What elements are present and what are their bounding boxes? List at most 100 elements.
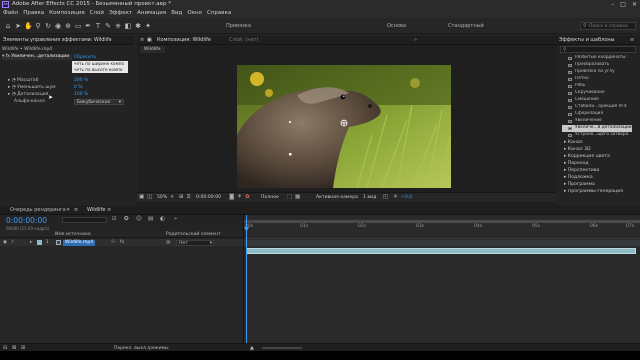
effect-item[interactable]: Сферизация (562, 111, 632, 118)
expand-arrow-icon[interactable]: ▸ (30, 240, 32, 245)
lock-icon[interactable]: ▣ (147, 36, 152, 45)
menu-effect[interactable]: Эффект (109, 9, 132, 18)
menu-help[interactable]: Справка (207, 9, 231, 18)
eraser-tool-icon[interactable]: ◧ (124, 22, 132, 30)
composition-flowchart-icon[interactable]: ⊡ (112, 216, 117, 222)
switch-fx-icon[interactable]: fx (120, 240, 124, 245)
effect-item[interactable]: Увеличение (562, 118, 632, 125)
safe-grid-icon[interactable]: ⊞ (179, 194, 184, 200)
work-area-bar[interactable] (244, 220, 640, 223)
menu-edit[interactable]: Правка (23, 9, 44, 18)
effect-item[interactable]: Смещение (562, 97, 632, 104)
resolution-dropdown[interactable]: Полное (261, 195, 279, 200)
timeline-zoom-slider[interactable] (262, 347, 302, 349)
effect-item[interactable]: Рябь (562, 83, 632, 90)
fit-icon[interactable]: ◫ (147, 194, 152, 200)
exposure-value[interactable]: +0,0 (401, 195, 412, 200)
alpha-dropdown[interactable]: Бикубическое ▾ (74, 99, 124, 105)
hand-tool-icon[interactable]: ✋ (24, 22, 33, 30)
workspace-snapping[interactable]: Привязка (226, 23, 251, 29)
panel-menu-icon[interactable]: ≡ (140, 36, 144, 45)
panel-menu-icon[interactable]: ≡ (107, 206, 111, 215)
panel-menu-icon[interactable]: ≡ (630, 36, 634, 45)
always-preview-icon[interactable]: ▣ (139, 194, 144, 200)
label-color-swatch[interactable] (37, 240, 42, 245)
snapshot-camera-icon[interactable]: ◙ (229, 194, 234, 200)
playhead[interactable] (246, 215, 247, 343)
effect-item[interactable]: Скручивание (562, 90, 632, 97)
effect-header-row[interactable]: ▾ fx Увеличен...детализации (2, 54, 72, 60)
menu-layer[interactable]: Слой (90, 9, 104, 18)
stopwatch-icon[interactable]: ◔ (12, 85, 16, 90)
expand-arrow-icon[interactable]: ▸ (8, 92, 10, 97)
column-source-name[interactable]: Имя источника (55, 232, 91, 237)
layer-row[interactable]: ◉ ♪ ▸ 1 Wildlife.mp4 ☉ fx @ Нет ▾ (0, 239, 243, 246)
frame-blending-icon[interactable]: ▤ (148, 216, 153, 222)
clone-stamp-tool-icon[interactable]: ⎈ (114, 22, 122, 30)
menu-animation[interactable]: Анимация (137, 9, 166, 18)
effect-category[interactable]: ▸ Программы-генерация (558, 189, 628, 194)
mask-icon[interactable]: ⌸ (187, 194, 190, 201)
effect-category[interactable]: ▸ Канал (558, 140, 628, 147)
zoom-tool-icon[interactable]: ⚲ (34, 22, 42, 30)
effect-item-selected[interactable]: Увеличе...й детализации (562, 125, 632, 132)
tab-wildlife[interactable]: Wildlife (87, 206, 105, 215)
rotate-tool-icon[interactable]: ↻ (44, 22, 52, 30)
menu-window[interactable]: Окно (187, 9, 202, 18)
effect-item[interactable]: Преобразовать (562, 62, 632, 69)
shy-icon[interactable]: ☺ (136, 216, 142, 222)
reset-link[interactable]: Сбросить (74, 55, 96, 60)
effects-search-input[interactable]: ⚲ (560, 46, 636, 53)
effect-item[interactable]: Устране...щего затвора (562, 132, 632, 139)
effect-item[interactable]: Стабили...орекция VFX (562, 104, 632, 111)
effect-category[interactable]: ▸ Переход (558, 161, 628, 168)
tab-layer[interactable]: Слой: (нет) (229, 36, 258, 45)
stopwatch-icon[interactable]: ◔ (12, 78, 16, 83)
stopwatch-icon[interactable]: ◔ (12, 92, 16, 97)
viewer-timecode[interactable]: 0:00:00:00 (196, 195, 221, 200)
property-value[interactable]: 200 % (74, 78, 88, 83)
expand-arrow-icon[interactable]: ▾ (2, 54, 4, 59)
brush-tool-icon[interactable]: ✎ (104, 22, 112, 30)
effect-category[interactable]: ▸ Перспектива (558, 168, 628, 175)
effect-category[interactable]: ▸ Канал 3D (558, 147, 628, 154)
show-snapshot-icon[interactable]: ⚘ (237, 194, 242, 200)
home-icon[interactable]: ⌂ (4, 22, 12, 30)
pan-behind-tool-icon[interactable]: ⊕ (64, 22, 72, 30)
effect-category[interactable]: ▸ Подложка (558, 175, 628, 182)
visibility-eye-icon[interactable]: ◉ (3, 240, 7, 245)
tab-effect-controls[interactable]: Элементы управления эффектами: Wildlife (3, 36, 112, 45)
tab-effects-presets[interactable]: Эффекты и шаблоны (559, 36, 615, 45)
layer-search-input[interactable] (62, 217, 107, 223)
menu-composition[interactable]: Композиция (49, 9, 85, 18)
pen-tool-icon[interactable]: ✒ (84, 22, 92, 30)
breadcrumb[interactable]: Wildlife (140, 46, 165, 53)
graph-editor-icon[interactable]: ⌁ (174, 216, 177, 222)
property-value[interactable]: 0 % (74, 85, 83, 90)
help-search-input[interactable]: ⚲ Поиск в справке (580, 22, 636, 30)
tab-render-queue[interactable]: Очередь рендеринга (10, 206, 66, 215)
panel-menu-icon[interactable]: ≡ (74, 206, 78, 215)
camera-tool-icon[interactable]: ◉ (54, 22, 62, 30)
effect-category[interactable]: ▸ Программа (558, 182, 628, 189)
workspace-standard[interactable]: Стандартный (448, 23, 484, 29)
composition-viewer[interactable] (237, 65, 451, 188)
panel-options-icon[interactable]: » (414, 36, 417, 45)
roto-brush-tool-icon[interactable]: ✱ (134, 22, 142, 30)
toggle-pixel-icon[interactable]: ◰ (383, 194, 388, 200)
close-icon[interactable]: ✕ (632, 0, 637, 9)
context-fit-height[interactable]: четь по высоте компо (72, 67, 128, 73)
draft-3d-icon[interactable]: ✪ (124, 216, 129, 222)
property-value[interactable]: 100 % (74, 92, 88, 97)
workspace-essentials[interactable]: Основа (387, 23, 406, 29)
layer-name[interactable]: Wildlife.mp4 (63, 239, 96, 246)
timeline-timecode[interactable]: 0:00:00:00 (6, 216, 47, 225)
tab-composition[interactable]: Композиция: Wildlife (157, 36, 211, 45)
type-tool-icon[interactable]: T (94, 22, 102, 30)
close-icon[interactable]: ✕ (66, 206, 70, 215)
menu-file[interactable]: Файл (3, 9, 18, 18)
column-parent[interactable]: Родительский элемент (166, 232, 221, 237)
time-ruler[interactable] (244, 231, 640, 239)
pickwhip-icon[interactable]: @ (166, 240, 171, 245)
transparency-grid-icon[interactable]: ▦ (295, 194, 300, 200)
